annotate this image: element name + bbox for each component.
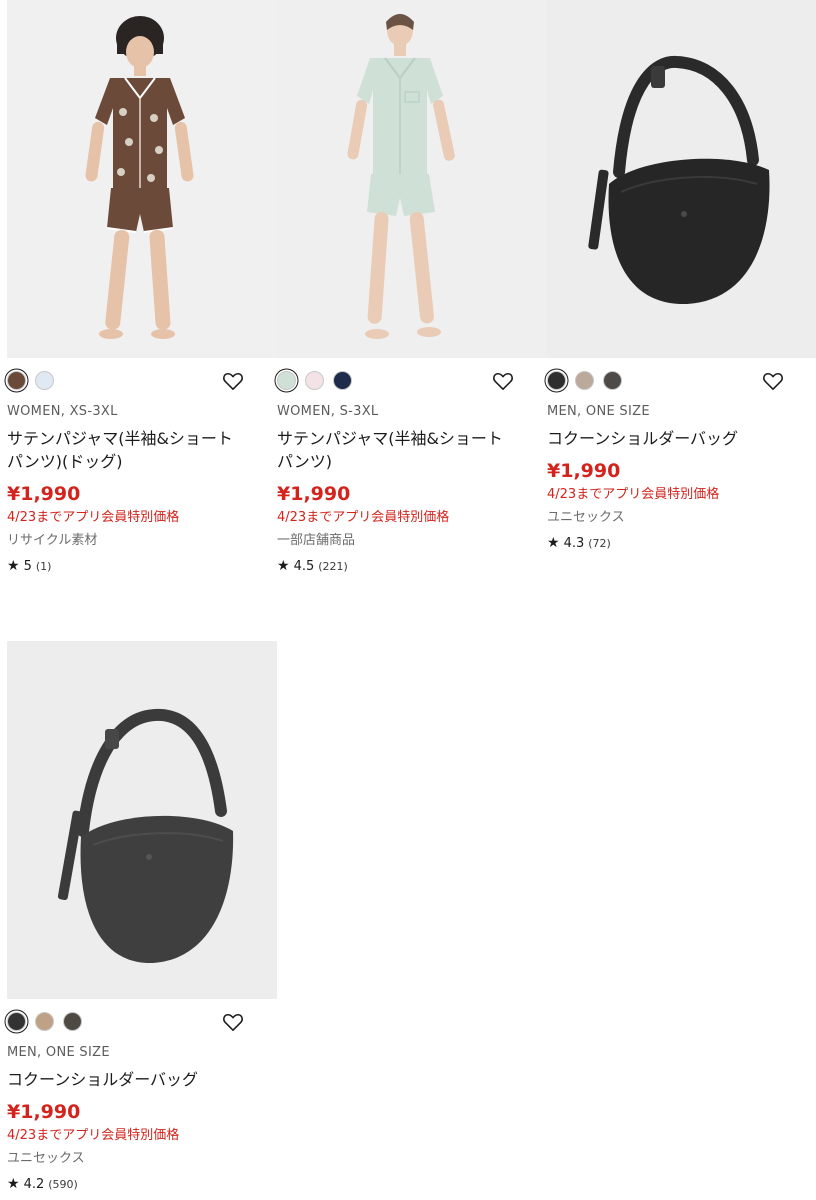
shoulder-bag-photo: [547, 0, 816, 358]
color-swatch[interactable]: [7, 1012, 26, 1031]
product-card[interactable]: WOMEN, XS-3XL サテンパジャマ(半袖&ショートパンツ)(ドッグ) ¥…: [7, 0, 277, 574]
color-swatch[interactable]: [63, 1012, 82, 1031]
pajama-model-photo: [277, 0, 547, 358]
color-swatch[interactable]: [35, 1012, 54, 1031]
color-swatches: [7, 1012, 82, 1031]
promo-text: 4/23までアプリ会員特別価格: [547, 487, 720, 502]
review-count: (72): [588, 537, 611, 550]
promo-text: 4/23までアプリ会員特別価格: [7, 1128, 180, 1143]
color-swatch[interactable]: [305, 371, 324, 390]
product-name[interactable]: サテンパジャマ(半袖&ショートパンツ): [277, 427, 517, 473]
shoulder-bag-photo: [7, 641, 277, 999]
product-card[interactable]: MEN, ONE SIZE コクーンショルダーバッグ ¥1,990 4/23まで…: [547, 0, 816, 551]
heart-outline-icon[interactable]: [222, 371, 244, 391]
gender-size: MEN, ONE SIZE: [7, 1045, 110, 1060]
product-image[interactable]: [7, 0, 277, 358]
gender-size: WOMEN, S-3XL: [277, 404, 379, 419]
review-count: (1): [35, 560, 52, 573]
product-price: ¥1,990: [547, 460, 621, 482]
rating: ★ 5 (1): [7, 558, 277, 574]
heart-outline-icon[interactable]: [222, 1012, 244, 1032]
rating-value: 4.5: [293, 559, 315, 574]
product-note: 一部店舗商品: [277, 533, 356, 548]
pajama-model-photo: [7, 0, 277, 358]
promo-text: 4/23までアプリ会員特別価格: [7, 510, 180, 525]
product-price: ¥1,990: [277, 483, 351, 505]
star-icon: ★: [7, 558, 20, 574]
color-swatches: [277, 371, 352, 390]
rating-value: 4.3: [563, 536, 585, 551]
product-name[interactable]: コクーンショルダーバッグ: [547, 427, 787, 450]
rating: ★ 4.2 (590): [7, 1176, 277, 1192]
star-icon: ★: [7, 1176, 20, 1192]
color-swatch[interactable]: [603, 371, 622, 390]
color-swatch[interactable]: [277, 371, 296, 390]
product-image[interactable]: [547, 0, 816, 358]
color-swatch[interactable]: [35, 371, 54, 390]
color-swatches: [547, 371, 622, 390]
product-price: ¥1,990: [7, 483, 81, 505]
product-card[interactable]: MEN, ONE SIZE コクーンショルダーバッグ ¥1,990 4/23まで…: [7, 641, 277, 1192]
review-count: (590): [48, 1178, 78, 1191]
product-note: ユニセックス: [547, 510, 625, 525]
star-icon: ★: [547, 535, 560, 551]
product-name[interactable]: コクーンショルダーバッグ: [7, 1068, 247, 1091]
color-swatch[interactable]: [575, 371, 594, 390]
product-card[interactable]: WOMEN, S-3XL サテンパジャマ(半袖&ショートパンツ) ¥1,990 …: [277, 0, 547, 574]
color-swatch[interactable]: [7, 371, 26, 390]
rating: ★ 4.5 (221): [277, 558, 547, 574]
product-image[interactable]: [7, 641, 277, 999]
product-name[interactable]: サテンパジャマ(半袖&ショートパンツ)(ドッグ): [7, 427, 247, 473]
heart-outline-icon[interactable]: [762, 371, 784, 391]
rating: ★ 4.3 (72): [547, 535, 816, 551]
color-swatch[interactable]: [547, 371, 566, 390]
heart-outline-icon[interactable]: [492, 371, 514, 391]
product-image[interactable]: [277, 0, 547, 358]
gender-size: MEN, ONE SIZE: [547, 404, 650, 419]
color-swatch[interactable]: [333, 371, 352, 390]
promo-text: 4/23までアプリ会員特別価格: [277, 510, 450, 525]
gender-size: WOMEN, XS-3XL: [7, 404, 118, 419]
rating-value: 5: [23, 559, 32, 574]
review-count: (221): [318, 560, 348, 573]
product-price: ¥1,990: [7, 1101, 81, 1123]
rating-value: 4.2: [23, 1177, 45, 1192]
color-swatch-row: [7, 999, 277, 1045]
product-note: ユニセックス: [7, 1151, 85, 1166]
star-icon: ★: [277, 558, 290, 574]
color-swatch-row: [277, 358, 547, 404]
product-note: リサイクル素材: [7, 533, 98, 548]
color-swatch-row: [7, 358, 277, 404]
color-swatch-row: [547, 358, 816, 404]
color-swatches: [7, 371, 54, 390]
